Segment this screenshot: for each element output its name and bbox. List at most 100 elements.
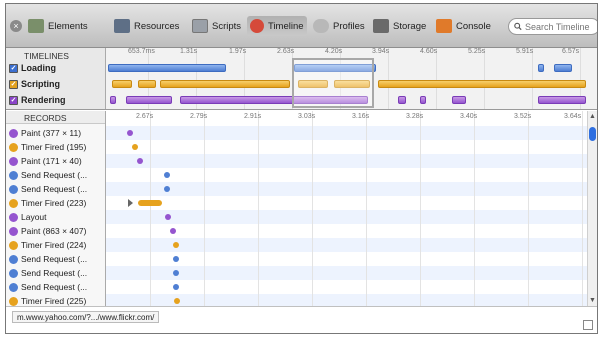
records-graph[interactable]: 2.67s 2.79s 2.91s 3.03s 3.16s 3.28s 3.40… <box>106 111 587 306</box>
scroll-up-arrow[interactable]: ▲ <box>589 113 596 120</box>
network-icon <box>9 184 18 194</box>
tab-elements[interactable]: Elements <box>28 16 88 36</box>
record-item[interactable]: Send Request (... <box>6 168 105 182</box>
tab-resources[interactable]: Resources <box>114 16 179 36</box>
records-tick: 3.03s <box>298 113 316 120</box>
overview-tick: 5.25s <box>468 48 486 55</box>
timeline-row-scripting[interactable]: ✓ Scripting <box>9 79 60 89</box>
rendering-label: Rendering <box>21 95 66 105</box>
record-item[interactable]: Send Request (... <box>6 280 105 294</box>
tab-scripts[interactable]: Scripts <box>192 16 241 36</box>
table-row <box>106 196 587 210</box>
record-mark <box>170 228 176 234</box>
overview-tick: 2.63s <box>277 48 295 55</box>
rendering-checkbox[interactable]: ✓ <box>9 95 18 105</box>
table-row <box>106 182 587 196</box>
tab-label: Resources <box>134 20 180 32</box>
grid-line <box>484 48 485 109</box>
overview-tick: 4.60s <box>420 48 438 55</box>
console-icon <box>436 19 452 33</box>
records-panel: RECORDS Paint (377 × 11) Timer Fired (19… <box>6 111 597 306</box>
search-input[interactable] <box>525 21 597 32</box>
network-icon <box>9 254 18 264</box>
paint-icon <box>9 226 18 236</box>
records-tick: 3.28s <box>406 113 424 120</box>
record-label: Timer Fired (225) <box>21 296 87 306</box>
overview-tick: 1.97s <box>229 48 247 55</box>
scripting-bar <box>160 80 290 88</box>
tab-profiles[interactable]: Profiles <box>313 16 365 36</box>
record-item[interactable]: Timer Fired (225) <box>6 294 105 306</box>
tab-console[interactable]: Console <box>436 16 491 36</box>
record-label: Timer Fired (224) <box>21 240 87 250</box>
tab-timeline[interactable]: Timeline <box>247 16 307 36</box>
network-icon <box>9 170 18 180</box>
record-label: Send Request (... <box>21 282 88 292</box>
tab-label: Scripts <box>212 20 242 32</box>
records-title: RECORDS <box>24 113 67 123</box>
tab-label: Console <box>456 20 491 32</box>
record-label: Send Request (... <box>21 170 88 180</box>
record-mark <box>132 144 138 150</box>
scripting-bar <box>378 80 586 88</box>
record-item[interactable]: Send Request (... <box>6 182 105 196</box>
timeline-row-loading[interactable]: ✓ Loading <box>9 63 56 73</box>
record-label: Timer Fired (195) <box>21 142 87 152</box>
record-item[interactable]: Layout <box>6 210 105 224</box>
paint-icon <box>9 128 18 138</box>
record-item[interactable]: Timer Fired (224) <box>6 238 105 252</box>
loading-bar <box>538 64 544 72</box>
table-row <box>106 168 587 182</box>
record-item[interactable]: Timer Fired (223) <box>6 196 105 210</box>
records-scrollbar[interactable]: ▲ ▼ <box>587 111 597 306</box>
record-item[interactable]: Paint (171 × 40) <box>6 154 105 168</box>
timeline-overview: TIMELINES ✓ Loading ✓ Scripting ✓ Render… <box>6 48 597 110</box>
timeline-row-rendering[interactable]: ✓ Rendering <box>9 95 66 105</box>
scrollbar-thumb[interactable] <box>589 127 596 141</box>
record-item[interactable]: Paint (377 × 11) <box>6 126 105 140</box>
resize-grip-icon[interactable] <box>583 320 593 330</box>
grid-line <box>366 111 367 306</box>
overview-selection-window[interactable] <box>292 58 374 108</box>
records-header: RECORDS <box>6 111 105 124</box>
record-item[interactable]: Send Request (... <box>6 266 105 280</box>
search-field[interactable] <box>508 18 597 35</box>
record-mark <box>174 298 180 304</box>
record-mark <box>127 130 133 136</box>
record-item[interactable]: Timer Fired (195) <box>6 140 105 154</box>
toolbar: × Elements Resources Scripts Timeline Pr… <box>6 4 597 48</box>
record-mark <box>164 172 170 178</box>
tab-storage[interactable]: Storage <box>373 16 426 36</box>
tab-label: Profiles <box>333 20 365 32</box>
record-item[interactable]: Paint (863 × 407) <box>6 224 105 238</box>
record-label: Paint (377 × 11) <box>21 128 82 138</box>
records-tick: 3.40s <box>460 113 478 120</box>
rendering-bar <box>452 96 466 104</box>
table-row <box>106 126 587 140</box>
rendering-bar <box>538 96 586 104</box>
overview-graph[interactable]: 653.7ms 1.31s 1.97s 2.63s 4.20s 3.94s 4.… <box>106 48 597 109</box>
loading-bar <box>554 64 572 72</box>
scripting-checkbox[interactable]: ✓ <box>9 79 18 89</box>
timeline-icon <box>250 19 264 33</box>
records-tick: 2.79s <box>190 113 208 120</box>
grid-line <box>436 48 437 109</box>
web-inspector-window: × Elements Resources Scripts Timeline Pr… <box>5 3 598 334</box>
profiles-icon <box>313 19 329 33</box>
layout-icon <box>9 212 18 222</box>
paint-icon <box>9 156 18 166</box>
loading-checkbox[interactable]: ✓ <box>9 63 18 73</box>
record-label: Send Request (... <box>21 254 88 264</box>
records-tick: 3.64s <box>564 113 582 120</box>
tab-label: Elements <box>48 20 88 32</box>
record-mark <box>138 200 162 206</box>
record-label: Paint (171 × 40) <box>21 156 82 166</box>
record-item[interactable]: Send Request (... <box>6 252 105 266</box>
rendering-bar <box>420 96 426 104</box>
network-icon <box>9 268 18 278</box>
close-button[interactable]: × <box>10 20 22 32</box>
scroll-down-arrow[interactable]: ▼ <box>589 297 596 304</box>
grid-line <box>258 111 259 306</box>
record-mark <box>173 256 179 262</box>
expand-triangle-icon[interactable] <box>128 199 133 207</box>
